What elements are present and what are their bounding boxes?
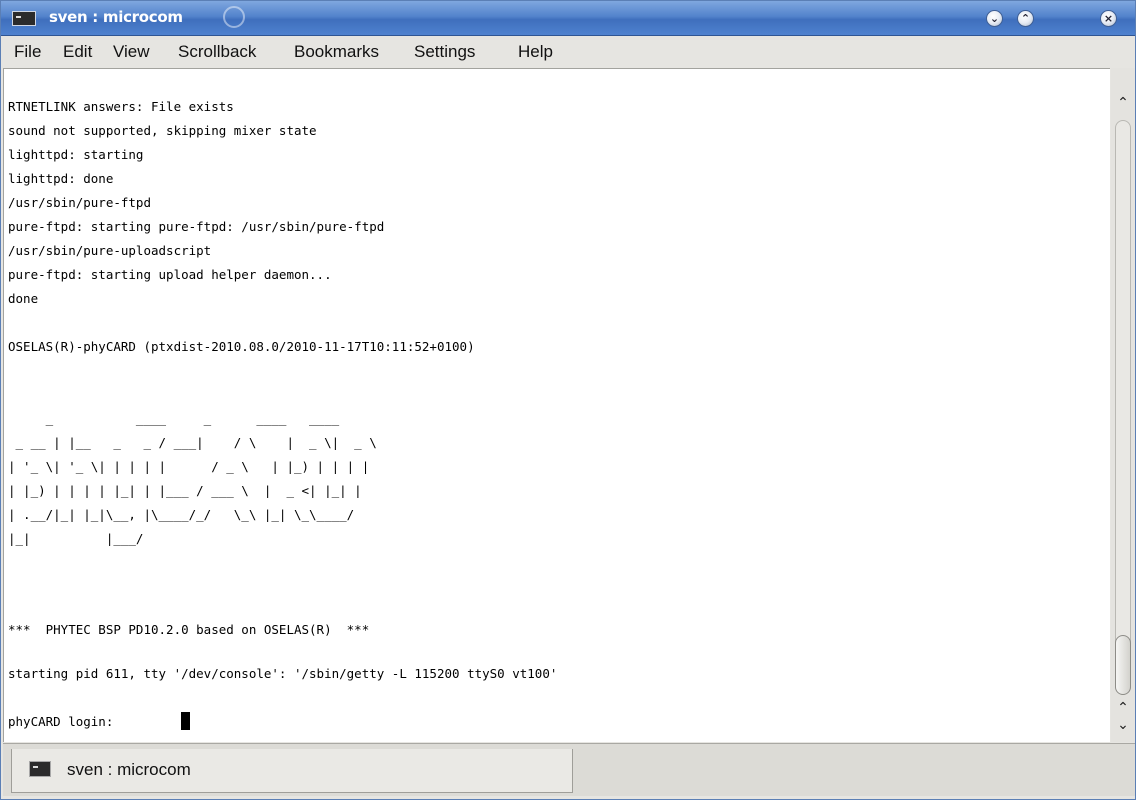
ascii-art-line: _ __ | |__ _ _ / ___| / \ | _ \| _ \ xyxy=(8,435,377,450)
scroll-down-button[interactable]: ⌄ xyxy=(1111,716,1135,734)
terminal-line: RTNETLINK answers: File exists xyxy=(8,99,234,114)
terminal-line: done xyxy=(8,291,39,306)
terminal-line: /usr/sbin/pure-ftpd xyxy=(8,195,151,210)
title-bar[interactable]: sven : microcom ⌄ ⌃ × xyxy=(1,1,1135,36)
tab-session[interactable]: sven : microcom xyxy=(11,749,573,793)
vertical-scrollbar[interactable]: ⌃ ⌃ ⌄ xyxy=(1111,68,1135,742)
login-prompt[interactable]: phyCARD login: xyxy=(8,714,121,729)
terminal-line: /usr/sbin/pure-uploadscript xyxy=(8,243,212,258)
maximize-button[interactable]: ⌃ xyxy=(1017,10,1034,27)
terminal-line: lighttpd: done xyxy=(8,171,114,186)
close-icon: × xyxy=(1103,12,1114,25)
tab-bar: sven : microcom xyxy=(3,743,1135,796)
ascii-art-line: | |_) | | | | |_| | |___ / ___ \ | _ <| … xyxy=(8,483,362,498)
terminal-window: sven : microcom ⌄ ⌃ × File Edit View Scr… xyxy=(0,0,1136,800)
scroll-up-button[interactable]: ⌃ xyxy=(1111,94,1135,112)
chevron-down-icon: ⌄ xyxy=(989,12,1000,25)
menu-bar: File Edit View Scrollback Bookmarks Sett… xyxy=(1,36,1135,68)
swirl-icon xyxy=(223,6,245,28)
menu-view[interactable]: View xyxy=(113,42,150,62)
terminal-line: pure-ftpd: starting upload helper daemon… xyxy=(8,267,332,282)
menu-scrollback[interactable]: Scrollback xyxy=(178,42,256,62)
window-title: sven : microcom xyxy=(49,8,183,26)
tab-label: sven : microcom xyxy=(67,760,191,779)
scroll-thumb[interactable] xyxy=(1115,635,1131,695)
terminal-icon[interactable] xyxy=(12,11,36,26)
close-button[interactable]: × xyxy=(1100,10,1117,27)
menu-help[interactable]: Help xyxy=(518,42,553,62)
ascii-art-line: |_| |___/ xyxy=(8,531,144,546)
terminal-line: pure-ftpd: starting pure-ftpd: /usr/sbin… xyxy=(8,219,385,234)
terminal-line: lighttpd: starting xyxy=(8,147,144,162)
getty-line: starting pid 611, tty '/dev/console': '/… xyxy=(8,666,558,681)
menu-settings[interactable]: Settings xyxy=(414,42,475,62)
terminal-output[interactable]: RTNETLINK answers: File exists sound not… xyxy=(3,68,1110,742)
scroll-trough[interactable] xyxy=(1115,120,1131,694)
chevron-up-icon: ⌃ xyxy=(1020,12,1031,25)
text-cursor xyxy=(181,712,190,730)
terminal-icon xyxy=(29,761,51,777)
minimize-button[interactable]: ⌄ xyxy=(986,10,1003,27)
terminal-line: OSELAS(R)-phyCARD (ptxdist-2010.08.0/201… xyxy=(8,339,475,354)
terminal-line: sound not supported, skipping mixer stat… xyxy=(8,123,317,138)
ascii-art-line: | .__/|_| |_|\__, |\____/_/ \_\ |_| \_\_… xyxy=(8,507,355,522)
ascii-art-line: _ ____ _ ____ ____ xyxy=(8,411,340,426)
menu-edit[interactable]: Edit xyxy=(63,42,92,62)
menu-file[interactable]: File xyxy=(14,42,41,62)
scroll-up-button-bottom[interactable]: ⌃ xyxy=(1111,699,1135,717)
menu-bookmarks[interactable]: Bookmarks xyxy=(294,42,379,62)
banner-line: *** PHYTEC BSP PD10.2.0 based on OSELAS(… xyxy=(8,622,370,637)
ascii-art-line: | '_ \| '_ \| | | | | / _ \ | |_) | | | … xyxy=(8,459,370,474)
